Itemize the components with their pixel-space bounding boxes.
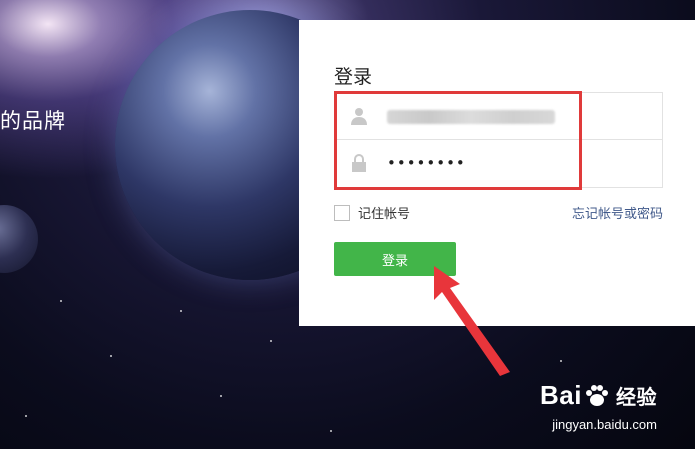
remember-checkbox[interactable] <box>334 204 350 221</box>
star <box>180 310 182 312</box>
star <box>110 355 112 357</box>
star <box>220 395 222 397</box>
user-icon <box>351 108 367 125</box>
star <box>25 415 27 417</box>
star <box>270 340 272 342</box>
watermark-logo: Bai 经验 <box>540 380 657 411</box>
username-value <box>387 110 555 124</box>
login-button[interactable]: 登录 <box>334 242 456 276</box>
baidu-watermark: Bai 经验 jingyan.baidu.com <box>540 380 657 432</box>
star <box>330 430 332 432</box>
username-field[interactable] <box>334 92 663 140</box>
forgot-password-link[interactable]: 忘记帐号或密码 <box>572 203 663 222</box>
login-panel: 登录 •••••••• 记住帐号 忘记帐号或密码 登录 <box>299 20 695 326</box>
login-title: 登录 <box>334 66 373 88</box>
password-value: •••••••• <box>387 154 466 172</box>
paw-icon <box>586 384 608 406</box>
star <box>60 300 62 302</box>
remember-account[interactable]: 记住帐号 <box>334 203 410 222</box>
watermark-brand-right: 经验 <box>616 385 657 409</box>
small-planet-image <box>0 205 38 273</box>
remember-label: 记住帐号 <box>358 207 411 222</box>
watermark-url: jingyan.baidu.com <box>552 417 657 432</box>
star <box>560 360 562 362</box>
watermark-brand-left: Bai <box>540 380 582 410</box>
brand-slogan: 的品牌 <box>0 109 66 133</box>
lock-icon <box>352 154 366 172</box>
password-field[interactable]: •••••••• <box>334 140 663 188</box>
